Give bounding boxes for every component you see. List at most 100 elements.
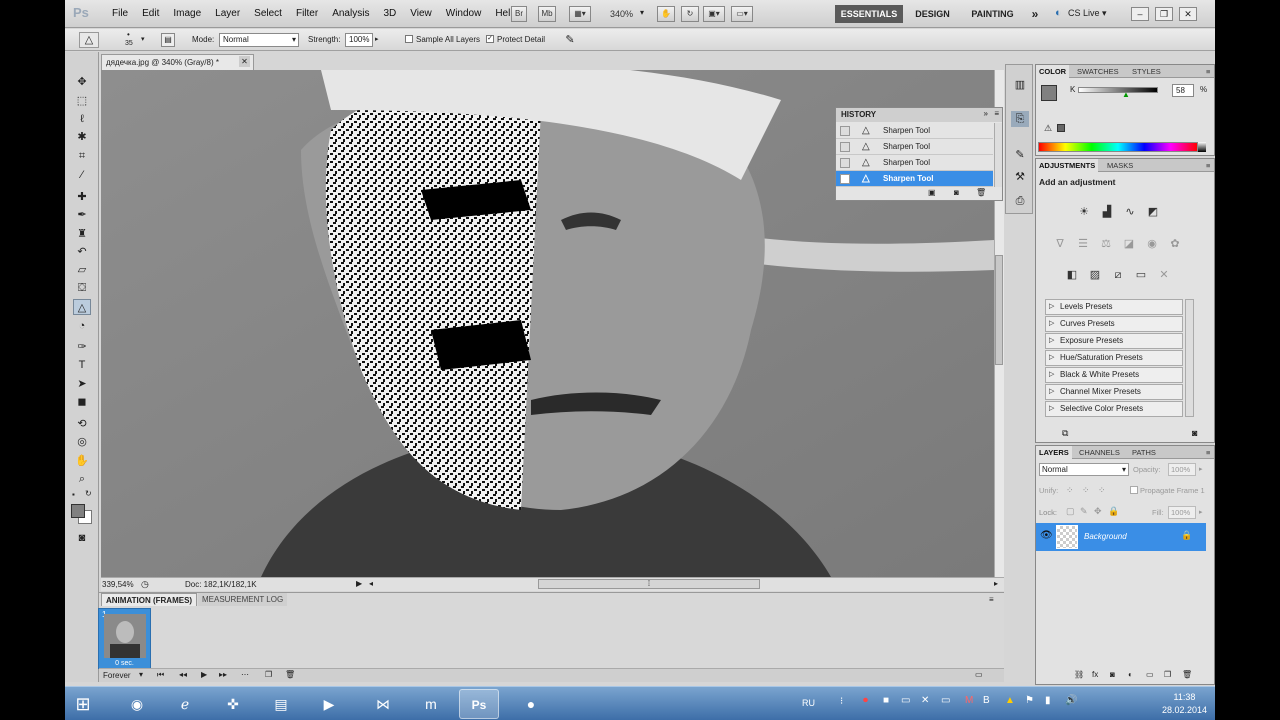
unify-style-icon[interactable]: ⁘ [1098,485,1106,496]
tab-swatches[interactable]: SWATCHES [1074,65,1122,78]
tray-action-center-icon[interactable]: ⚑ [1025,695,1034,706]
play-icon[interactable]: ▶ [201,670,207,679]
menu-analysis[interactable]: Analysis [325,8,376,19]
next-frame-icon[interactable]: ▸▸ [219,670,227,679]
loop-dropdown-icon[interactable]: ▾ [139,670,143,679]
menu-window[interactable]: Window [439,8,489,19]
posterize-icon[interactable]: ▨ [1087,267,1103,283]
blend-mode-select[interactable]: Normal ▾ [1039,463,1129,476]
color-ramp-grayscale[interactable] [1198,142,1206,152]
tray-m-icon[interactable]: M [965,695,973,706]
horizontal-scroll-thumb[interactable]: ⁞ [538,579,760,589]
shape-tool-icon[interactable]: ◼ [73,394,91,410]
preset-exposure[interactable]: Exposure Presets [1045,333,1183,349]
clone-stamp-tool-icon[interactable]: ♜ [73,226,91,242]
new-snapshot-icon[interactable]: ◙ [954,188,959,197]
sharpen-tool-icon[interactable]: △ [73,299,91,315]
menu-image[interactable]: Image [166,8,208,19]
add-mask-icon[interactable]: ◙ [1110,670,1115,679]
selective-color-icon[interactable]: ✕ [1156,267,1172,283]
animation-frame[interactable]: 1 0 sec. [98,608,151,669]
convert-timeline-icon[interactable]: ▭ [975,670,983,679]
workspace-design[interactable]: DESIGN [910,5,955,23]
fill-dropdown-icon[interactable]: ▸ [1199,508,1203,516]
media-player-icon[interactable]: ▶ [309,689,349,719]
tray-b-icon[interactable]: B [983,695,990,706]
gamut-swatch[interactable] [1057,124,1065,132]
menu-view[interactable]: View [403,8,439,19]
brush-tool-icon[interactable]: ✒ [73,207,91,223]
tray-volume-icon[interactable]: 🔊 [1065,695,1077,706]
curves-icon[interactable]: ∿ [1122,204,1138,220]
sharpen-tool-preset-icon[interactable]: △ [79,32,99,48]
type-tool-icon[interactable]: T [73,357,91,373]
tray-record-icon[interactable]: ⏺ [863,695,868,706]
delete-layer-icon[interactable]: 🗑 [1182,670,1192,679]
layer-name[interactable]: Background [1084,532,1127,541]
history-snapshot-box[interactable] [840,158,850,168]
bridge-icon[interactable]: Br [511,6,527,22]
k-slider-handle[interactable]: ▲ [1122,90,1130,99]
tray-window-icon[interactable]: ▭ [901,695,910,706]
first-frame-icon[interactable]: ⏮ [157,670,164,680]
paint-bucket-tool-icon[interactable]: ⛋ [73,280,91,296]
gradient-map-icon[interactable]: ▭ [1133,267,1149,283]
zoom-dropdown-icon[interactable]: ▾ [640,8,644,17]
k-value-input[interactable]: 58 [1172,84,1194,97]
status-menu-icon[interactable]: ▶ [356,579,362,588]
history-snapshot-box[interactable] [840,142,850,152]
protect-detail-checkbox[interactable]: ✓ [486,35,494,43]
tab-measurement-log[interactable]: MEASUREMENT LOG [198,593,288,606]
new-layer-icon[interactable]: ❐ [1164,670,1171,679]
history-brush-tool-icon[interactable]: ↶ [73,244,91,260]
menu-layer[interactable]: Layer [208,8,247,19]
photo-filter-icon[interactable]: ◉ [1144,236,1160,252]
unify-position-icon[interactable]: ⁘ [1066,485,1074,496]
restore-icon[interactable]: ❐ [1155,7,1173,21]
unify-visibility-icon[interactable]: ⁘ [1082,485,1090,496]
panel-menu-icon[interactable]: ≡ [989,595,994,604]
hand-tool-icon[interactable]: ✋ [657,6,675,22]
eraser-tool-icon[interactable]: ▱ [73,262,91,278]
pressure-icon[interactable]: ✎ [562,32,578,48]
opacity-input[interactable]: 100% [1168,463,1196,476]
sample-all-layers-checkbox[interactable] [405,35,413,43]
history-collapse-icon[interactable]: » [984,109,988,118]
hand-tool-icon[interactable]: ✋ [73,453,91,469]
tab-animation-frames[interactable]: ANIMATION (FRAMES) [101,593,198,606]
green-app-icon[interactable]: ✜ [213,689,253,719]
color-balance-icon[interactable]: ⚖ [1098,236,1114,252]
visibility-eye-icon[interactable]: 👁 [1040,530,1053,541]
strength-dropdown-icon[interactable]: ▸ [375,35,379,43]
delete-state-icon[interactable]: 🗑 [976,188,986,197]
quick-mask-icon[interactable]: ◙ [73,530,91,546]
history-item[interactable]: △ Sharpen Tool [836,139,993,155]
zoom-level[interactable]: 340% [610,9,633,19]
preset-levels[interactable]: Levels Presets [1045,299,1183,315]
previous-frame-icon[interactable]: ◂◂ [179,670,187,679]
path-selection-tool-icon[interactable]: ➤ [73,376,91,392]
menu-3d[interactable]: 3D [376,8,403,19]
frame-delay[interactable]: 0 sec. [99,660,150,667]
chrome-icon[interactable]: ◉ [117,689,157,719]
arrange-documents-icon[interactable]: ▣▾ [703,6,725,22]
layer-row-background[interactable]: 👁 Background 🔒 [1036,523,1206,551]
tab-paths[interactable]: PATHS [1129,446,1159,459]
channel-mixer-icon[interactable]: ✿ [1167,236,1183,252]
link-layers-icon[interactable]: ⛓ [1074,670,1084,679]
invert-icon[interactable]: ◧ [1064,267,1080,283]
scroll-left-icon[interactable]: ◂ [369,579,373,588]
tab-layers[interactable]: LAYERS [1036,446,1072,459]
new-document-from-state-icon[interactable]: ▣ [928,188,936,197]
adjustments-menu-icon[interactable]: ≡ [1203,159,1213,172]
pen-tool-icon[interactable]: ✑ [73,339,91,355]
black-white-icon[interactable]: ◪ [1121,236,1137,252]
color-ramp[interactable] [1038,142,1198,152]
zoom-status[interactable]: 339,54% [102,580,134,589]
opacity-dropdown-icon[interactable]: ▸ [1199,465,1203,473]
history-scrollbar[interactable] [994,123,1002,187]
tray-expand-icon[interactable]: ⁝ [840,696,843,707]
layers-menu-icon[interactable]: ≡ [1203,446,1213,459]
status-info-icon[interactable]: ◷ [141,579,149,590]
vertical-scroll-thumb[interactable] [995,255,1003,365]
